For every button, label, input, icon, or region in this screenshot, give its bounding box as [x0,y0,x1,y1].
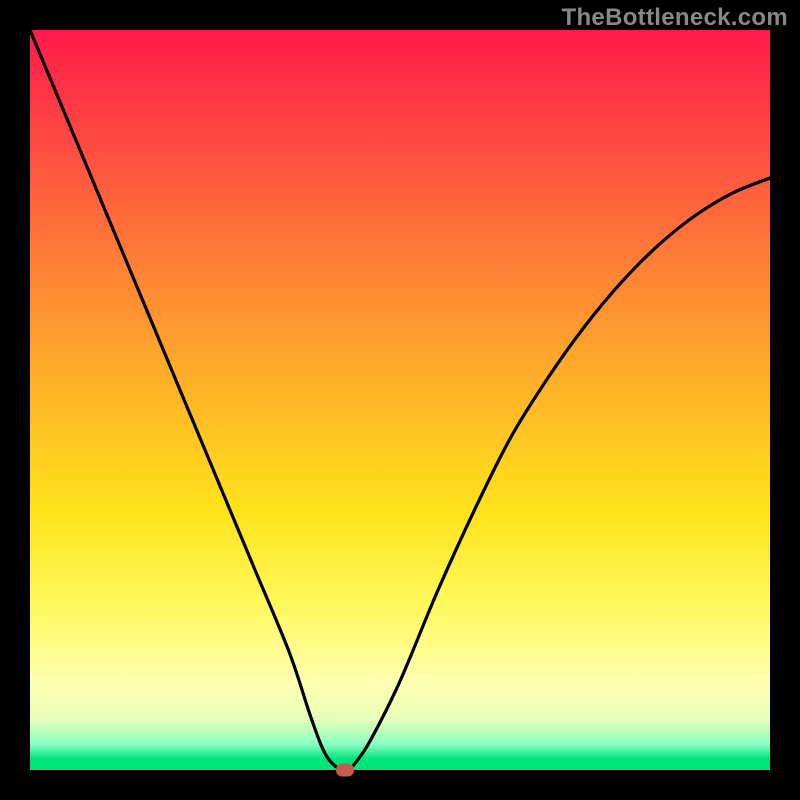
watermark-text: TheBottleneck.com [562,4,788,32]
bottleneck-curve [30,30,770,770]
optimal-point-marker [336,764,354,777]
chart-frame: TheBottleneck.com [0,0,800,800]
plot-area [30,30,770,770]
